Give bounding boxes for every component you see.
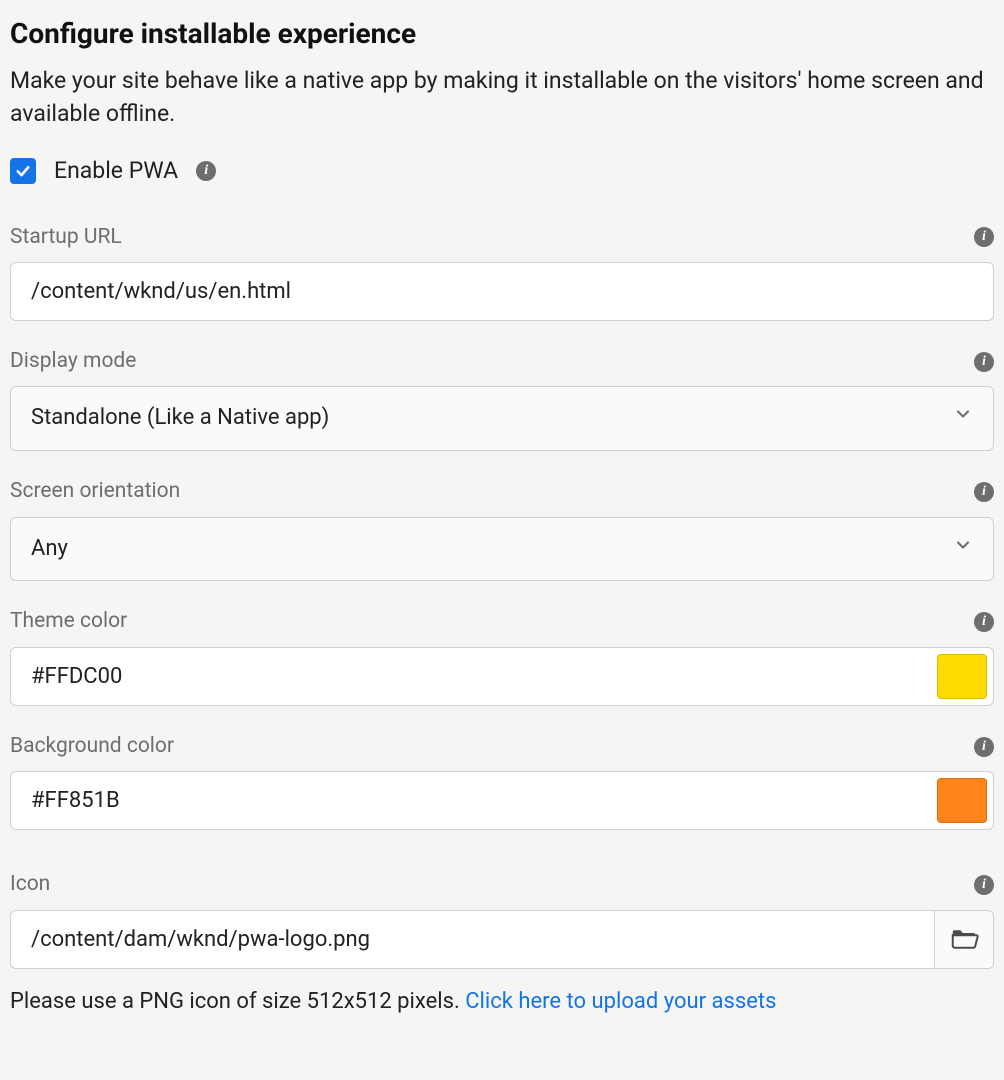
- info-icon[interactable]: i: [974, 352, 994, 372]
- icon-path-input[interactable]: [10, 910, 934, 969]
- browse-button[interactable]: [934, 910, 994, 969]
- screen-orientation-select[interactable]: Any: [10, 517, 994, 582]
- info-icon[interactable]: i: [974, 875, 994, 895]
- startup-url-field: Startup URL i: [10, 223, 994, 321]
- startup-url-label: Startup URL: [10, 223, 122, 252]
- icon-hint-text: Please use a PNG icon of size 512x512 pi…: [10, 989, 465, 1014]
- info-icon[interactable]: i: [196, 161, 216, 181]
- display-mode-label: Display mode: [10, 347, 136, 376]
- page-description: Make your site behave like a native app …: [10, 65, 994, 130]
- background-color-input[interactable]: [11, 772, 931, 829]
- chevron-down-icon: [953, 403, 973, 434]
- theme-color-label: Theme color: [10, 607, 127, 636]
- info-icon[interactable]: i: [974, 612, 994, 632]
- startup-url-input[interactable]: [10, 262, 994, 321]
- screen-orientation-label: Screen orientation: [10, 477, 180, 506]
- upload-assets-link[interactable]: Click here to upload your assets: [465, 989, 776, 1014]
- theme-color-swatch[interactable]: [937, 654, 987, 699]
- display-mode-select[interactable]: Standalone (Like a Native app): [10, 386, 994, 451]
- folder-open-icon: [949, 924, 979, 954]
- icon-field: Icon i Please use a PNG icon of size 512…: [10, 870, 994, 1017]
- background-color-swatch[interactable]: [937, 778, 987, 823]
- theme-color-field: Theme color i: [10, 607, 994, 705]
- info-icon[interactable]: i: [974, 227, 994, 247]
- screen-orientation-field: Screen orientation i Any: [10, 477, 994, 581]
- enable-pwa-label: Enable PWA: [54, 155, 178, 187]
- display-mode-field: Display mode i Standalone (Like a Native…: [10, 347, 994, 451]
- enable-pwa-row: Enable PWA i: [10, 155, 994, 187]
- display-mode-value: Standalone (Like a Native app): [31, 403, 329, 434]
- page-title: Configure installable experience: [10, 14, 994, 53]
- enable-pwa-checkbox[interactable]: [10, 158, 36, 184]
- info-icon[interactable]: i: [974, 482, 994, 502]
- screen-orientation-value: Any: [31, 534, 68, 565]
- icon-label: Icon: [10, 870, 50, 899]
- info-icon[interactable]: i: [974, 737, 994, 757]
- background-color-label: Background color: [10, 732, 174, 761]
- icon-hint: Please use a PNG icon of size 512x512 pi…: [10, 987, 994, 1018]
- checkmark-icon: [14, 162, 32, 180]
- theme-color-input[interactable]: [11, 648, 931, 705]
- background-color-field: Background color i: [10, 732, 994, 830]
- chevron-down-icon: [953, 534, 973, 565]
